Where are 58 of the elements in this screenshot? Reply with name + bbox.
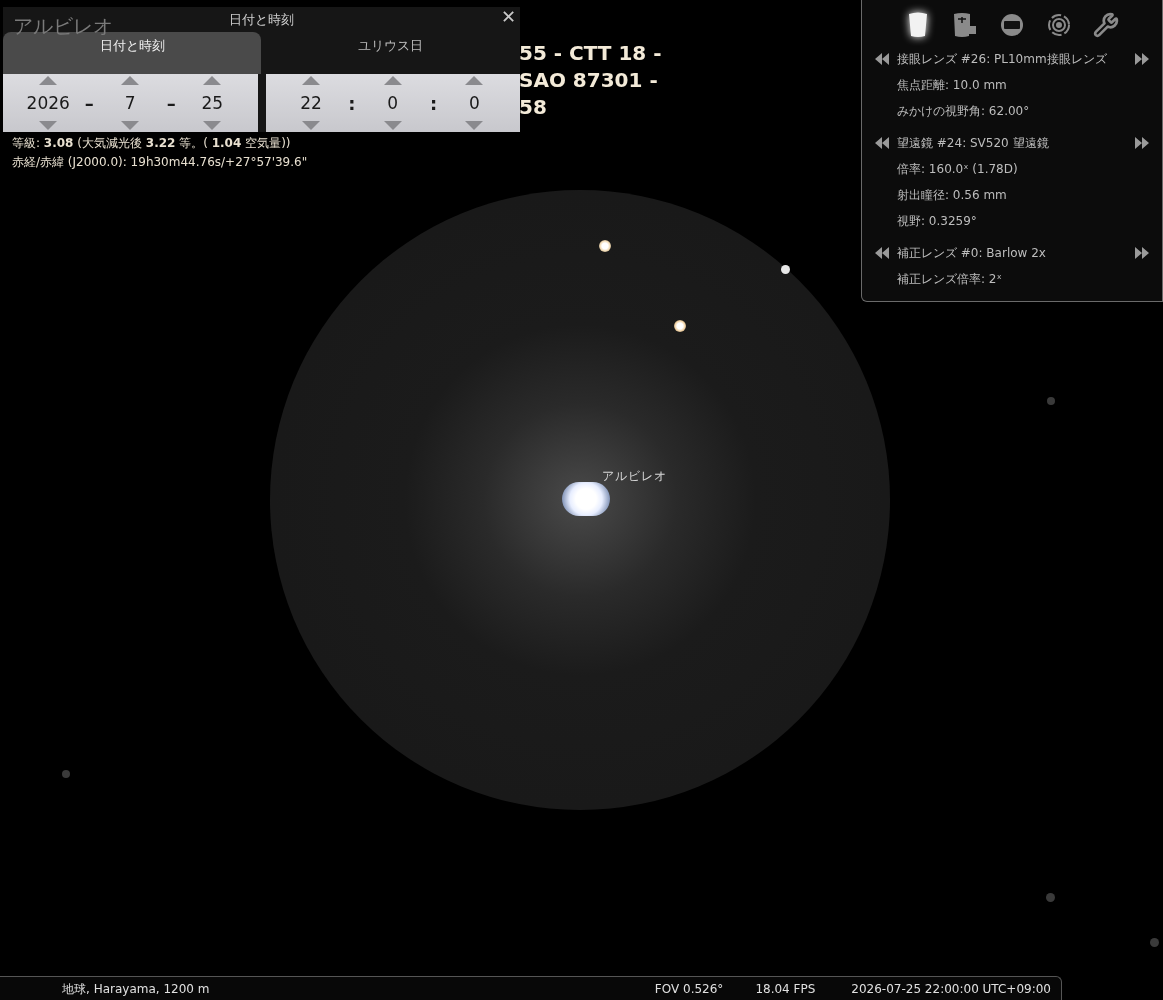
up-arrow-icon[interactable] [39, 76, 58, 85]
spin-value[interactable]: 0 [468, 94, 480, 112]
datetime-text: 2026-07-25 22:00:00 UTC+09:00 [851, 980, 1051, 998]
date-spinner[interactable]: 2026 – 7 – 25 [3, 74, 258, 132]
up-arrow-icon[interactable] [121, 76, 140, 85]
previous-icon[interactable] [875, 53, 889, 65]
eyepiece-icon [907, 12, 930, 38]
down-arrow-icon[interactable] [39, 121, 58, 130]
designation-text: 55 - CTT 18 - [519, 40, 662, 67]
screen-icon [1000, 13, 1024, 37]
info-text: 赤経/赤緯 (J2000.0): 19h30m44.76s/+27°57'39.6" [12, 154, 308, 171]
next-icon[interactable] [1135, 247, 1149, 259]
location-text: 地球, Harayama, 1200 m [62, 980, 210, 998]
next-icon[interactable] [1135, 53, 1149, 65]
tab[interactable]: ユリウス日 [261, 32, 519, 74]
down-arrow-icon[interactable] [302, 121, 321, 130]
wrench-icon [1092, 12, 1119, 38]
designation-text: SAO 87301 - [519, 67, 659, 94]
separator: : [429, 91, 438, 116]
close-button[interactable]: ✕ [500, 8, 516, 26]
down-arrow-icon[interactable] [383, 121, 402, 130]
down-arrow-icon[interactable] [465, 121, 484, 130]
fps-text: 18.04 FPS [755, 980, 816, 998]
target-icon [1046, 13, 1071, 37]
previous-icon[interactable] [875, 137, 889, 149]
previous-icon[interactable] [875, 247, 889, 259]
designation-text: 58 [519, 94, 548, 121]
dialog-title: 日付と時刻 [229, 10, 294, 29]
up-arrow-icon[interactable] [465, 76, 484, 85]
detail-text: みかけの視野角: 62.00° [896, 103, 1031, 120]
info-text: 等級: 3.08 (大気減光後 3.22 等。( 1.04 空気量)) [12, 135, 292, 152]
section-heading: 望遠鏡 #24: SV520 望遠鏡 [897, 135, 1050, 152]
spin-value[interactable]: 7 [124, 94, 136, 112]
detail-text: 焦点距離: 10.0 mm [896, 77, 1008, 94]
separator: – [84, 91, 94, 116]
star-label: アルビレオ [602, 468, 667, 485]
spin-value[interactable]: 25 [201, 94, 224, 112]
up-arrow-icon[interactable] [302, 76, 321, 85]
detail-text: 射出瞳径: 0.56 mm [896, 187, 1008, 204]
fov-text: FOV 0.526° [654, 980, 724, 998]
section-heading: 接眼レンズ #26: PL10mm接眼レンズ [897, 51, 1108, 68]
detail-text: 補正レンズ倍率: 2ˣ [896, 271, 1003, 288]
down-arrow-icon[interactable] [121, 121, 140, 130]
section-heading: 補正レンズ #0: Barlow 2x [897, 245, 1047, 262]
tab[interactable]: 日付と時刻 [3, 32, 261, 74]
down-arrow-icon[interactable] [203, 121, 222, 130]
up-arrow-icon[interactable] [383, 76, 402, 85]
lens-icon [952, 12, 979, 38]
time-spinner[interactable]: 22 : 0 : 0 [265, 74, 520, 132]
spin-value[interactable]: 0 [387, 94, 399, 112]
up-arrow-icon[interactable] [203, 76, 222, 85]
separator: : [348, 91, 356, 116]
detail-text: 視野: 0.3259° [896, 213, 978, 230]
spin-value[interactable]: 2026 [26, 94, 70, 112]
detail-text: 倍率: 160.0ˣ (1.78D) [896, 161, 1019, 178]
separator: – [166, 91, 176, 116]
spin-value[interactable]: 22 [300, 94, 322, 112]
next-icon[interactable] [1135, 137, 1149, 149]
